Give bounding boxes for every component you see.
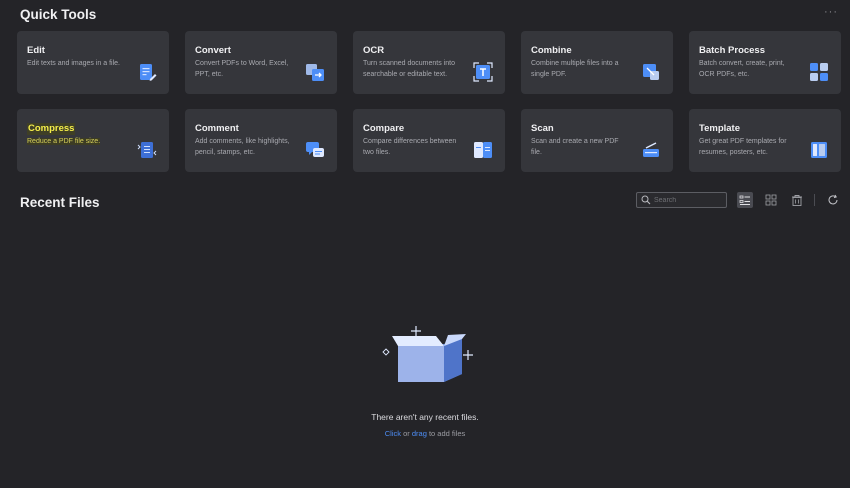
tool-card-title: Compress — [27, 123, 76, 135]
tool-card-ocr[interactable]: OCR Turn scanned documents into searchab… — [353, 31, 505, 94]
tool-card-title: Comment — [195, 123, 239, 134]
or-text: or — [403, 429, 410, 438]
tool-card-title: Convert — [195, 45, 231, 56]
tool-card-title: Compare — [363, 123, 405, 134]
tool-card-template[interactable]: Template Get great PDF templates for res… — [689, 109, 841, 172]
empty-state-hint: Click or drag to add files — [0, 429, 850, 438]
tool-card-title: OCR — [363, 45, 385, 56]
tool-card-desc-wrap: Reduce a PDF file size. — [27, 137, 122, 148]
empty-state-message: There aren't any recent files. — [371, 412, 479, 422]
tool-card-compress[interactable]: Compress Reduce a PDF file size. — [17, 109, 169, 172]
tool-card-scan[interactable]: Scan Scan and create a new PDF file. — [521, 109, 673, 172]
to-add-text: to add files — [428, 429, 466, 438]
tool-card-title: Template — [699, 123, 741, 134]
quick-tools-grid: Edit Edit texts and images in a file. Co… — [17, 31, 841, 172]
refresh-icon — [828, 194, 838, 205]
tool-card-desc: Get great PDF templates for resumes, pos… — [699, 138, 787, 156]
comment-icon — [306, 142, 324, 157]
drag-link[interactable]: drag — [412, 429, 427, 438]
tool-card-desc: Turn scanned documents into searchable o… — [363, 60, 455, 78]
tool-card-desc: Batch convert, create, print, OCR PDFs, … — [699, 60, 785, 78]
template-icon — [811, 142, 827, 158]
search-input[interactable] — [654, 194, 724, 206]
tool-card-desc: Combine multiple files into a single PDF… — [531, 60, 619, 78]
tool-card-desc: Add comments, like highlights, pencil, s… — [195, 138, 290, 156]
tool-card-desc: Convert PDFs to Word, Excel, PPT, etc. — [195, 60, 289, 78]
compress-icon — [137, 142, 157, 158]
convert-icon — [306, 64, 324, 81]
quick-tools-title: Quick Tools — [20, 7, 97, 22]
compare-icon — [474, 142, 492, 158]
trash-button[interactable] — [789, 192, 805, 208]
combine-icon — [643, 64, 659, 80]
edit-doc-icon — [140, 64, 157, 81]
batch-grid-icon — [810, 63, 828, 81]
tool-card-edit[interactable]: Edit Edit texts and images in a file. — [17, 31, 169, 94]
tool-card-desc: Edit texts and images in a file. — [27, 60, 120, 67]
grid-view-button[interactable] — [763, 192, 779, 208]
list-view-button[interactable] — [737, 192, 753, 208]
grid-view-icon — [765, 194, 777, 206]
tool-card-comment[interactable]: Comment Add comments, like highlights, p… — [185, 109, 337, 172]
more-options-icon[interactable]: ··· — [824, 6, 838, 18]
tool-card-compare[interactable]: Compare Compare differences between two … — [353, 109, 505, 172]
tool-card-desc: Reduce a PDF file size. — [27, 138, 101, 145]
tool-card-title: Combine — [531, 45, 572, 56]
trash-icon — [792, 195, 802, 206]
search-box[interactable] — [636, 192, 727, 208]
refresh-button[interactable] — [825, 192, 841, 208]
recent-files-title: Recent Files — [20, 195, 100, 210]
empty-box-illustration — [382, 326, 473, 382]
tool-card-desc: Compare differences between two files. — [363, 138, 457, 156]
click-link[interactable]: Click — [385, 429, 401, 438]
tool-card-combine[interactable]: Combine Combine multiple files into a si… — [521, 31, 673, 94]
toolbar-divider — [814, 194, 815, 206]
tool-card-title: Edit — [27, 45, 45, 56]
scanner-icon — [643, 142, 659, 157]
list-view-icon — [739, 195, 750, 205]
tool-card-title: Scan — [531, 123, 554, 134]
tool-card-desc: Scan and create a new PDF file. — [531, 138, 619, 156]
tool-card-title: Batch Process — [699, 45, 766, 56]
tool-card-convert[interactable]: Convert Convert PDFs to Word, Excel, PPT… — [185, 31, 337, 94]
tool-card-batch-process[interactable]: Batch Process Batch convert, create, pri… — [689, 31, 841, 94]
search-icon — [641, 195, 651, 205]
ocr-scan-icon — [473, 62, 493, 82]
